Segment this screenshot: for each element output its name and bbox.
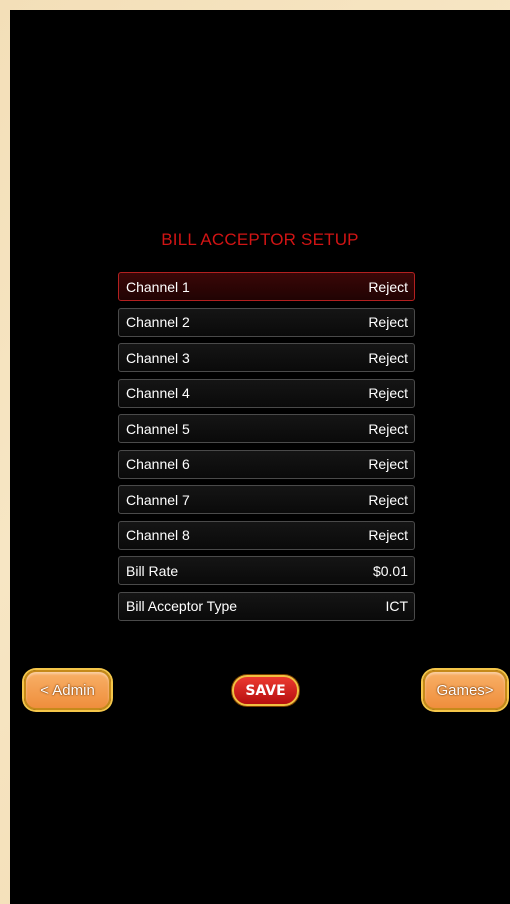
- settings-list: Channel 1 Reject Channel 2 Reject Channe…: [118, 272, 415, 627]
- setting-row-channel-4[interactable]: Channel 4 Reject: [118, 378, 415, 408]
- setting-value: Reject: [368, 349, 408, 366]
- setting-row-channel-5[interactable]: Channel 5 Reject: [118, 414, 415, 443]
- setting-row-bill-rate[interactable]: Bill Rate $0.01: [118, 556, 415, 585]
- setting-value: Reject: [368, 385, 408, 401]
- setting-value: Reject: [368, 491, 408, 508]
- setting-row-bill-acceptor-type[interactable]: Bill Acceptor Type ICT: [118, 591, 415, 621]
- setting-label: Bill Acceptor Type: [126, 598, 238, 614]
- setting-row-channel-1[interactable]: Channel 1 Reject: [118, 272, 415, 301]
- save-button[interactable]: SAVE: [232, 675, 299, 706]
- setting-value: Reject: [368, 456, 408, 472]
- setting-label: Channel 4: [126, 385, 190, 401]
- setting-row-channel-8[interactable]: Channel 8 Reject: [118, 520, 415, 550]
- setting-label: Channel 6: [126, 456, 190, 472]
- setting-label: Channel 8: [126, 527, 190, 543]
- setting-row-channel-3[interactable]: Channel 3 Reject: [118, 343, 415, 372]
- setting-value: Reject: [368, 527, 408, 543]
- setting-row-channel-7[interactable]: Channel 7 Reject: [118, 485, 415, 514]
- setting-label: Channel 2: [126, 314, 190, 330]
- admin-back-button[interactable]: < Admin: [24, 670, 111, 710]
- games-next-button[interactable]: Games>: [423, 670, 507, 710]
- setting-row-channel-6[interactable]: Channel 6 Reject: [118, 449, 415, 479]
- setting-label: Bill Rate: [126, 562, 179, 579]
- setting-label: Channel 1: [126, 278, 190, 295]
- setting-value: Reject: [368, 420, 408, 437]
- setup-screen: BILL ACCEPTOR SETUP Channel 1 Reject Cha…: [10, 10, 510, 904]
- setting-label: Channel 5: [126, 420, 190, 437]
- setting-value: $0.01: [372, 562, 408, 579]
- setting-label: Channel 3: [126, 349, 190, 366]
- setting-value: Reject: [368, 314, 408, 330]
- setting-value: ICT: [385, 598, 408, 614]
- setting-row-channel-2[interactable]: Channel 2 Reject: [118, 307, 415, 337]
- page-title: BILL ACCEPTOR SETUP: [161, 230, 359, 249]
- setting-label: Channel 7: [126, 491, 190, 508]
- setting-value: Reject: [368, 278, 408, 295]
